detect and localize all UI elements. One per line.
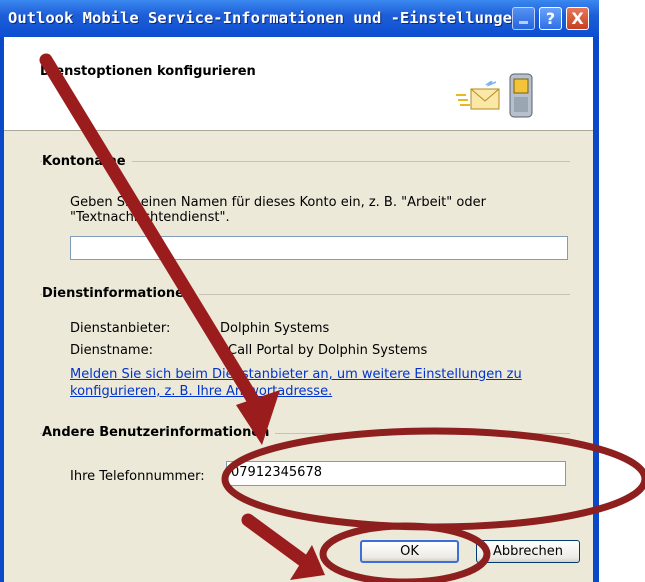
mail-envelope-icon	[456, 81, 500, 110]
section-title-other: Andere Benutzerinformationen	[42, 425, 276, 440]
service-name-label: Dienstname:	[70, 343, 153, 358]
mobile-phone-icon	[509, 73, 533, 118]
phone-number-input[interactable]: 07912345678	[226, 461, 566, 486]
cancel-button[interactable]: Abbrechen	[476, 540, 580, 563]
header-panel: Dienstoptionen konfigurieren	[4, 37, 593, 131]
service-name-value: eCall Portal by Dolphin Systems	[220, 343, 428, 358]
page-title: Dienstoptionen konfigurieren	[40, 64, 256, 79]
provider-value: Dolphin Systems	[220, 321, 330, 336]
dialog-window: Outlook Mobile Service-Informationen und…	[0, 0, 599, 582]
ok-button[interactable]: OK	[360, 540, 459, 563]
provider-label: Dienstanbieter:	[70, 321, 171, 336]
minimize-button	[512, 7, 535, 30]
provider-settings-link-line2[interactable]: konfigurieren, z. B. Ihre Antwortadresse…	[70, 383, 332, 400]
phone-label: Ihre Telefonnummer:	[70, 469, 205, 484]
help-button[interactable]: ?	[539, 7, 562, 30]
account-name-input[interactable]	[70, 236, 568, 260]
section-title-service: Dienstinformationen	[42, 286, 200, 301]
account-description-line1: Geben Sie einen Namen für dieses Konto e…	[70, 195, 486, 210]
account-description-line2: "Textnachrichtendienst".	[70, 210, 230, 225]
window-title: Outlook Mobile Service-Informationen und…	[8, 9, 513, 27]
provider-settings-link[interactable]: Melden Sie sich beim Dienstanbieter an, …	[70, 366, 522, 383]
section-title-account: Kontoname	[42, 154, 132, 169]
dialog-client-area: Dienstoptionen konfigurieren Kontoname G…	[4, 37, 593, 582]
close-button[interactable]: X	[566, 7, 589, 30]
title-bar[interactable]: Outlook Mobile Service-Informationen und…	[0, 0, 599, 37]
minimize-icon	[518, 20, 528, 24]
